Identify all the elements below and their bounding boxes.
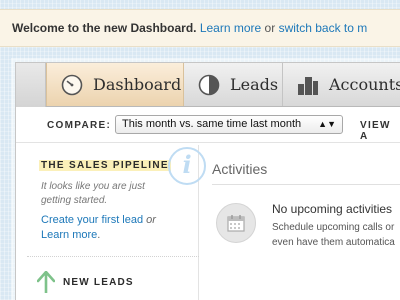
tab-dashboard[interactable]: Dashboard — [46, 63, 184, 106]
up-arrow-icon — [37, 271, 55, 293]
activities-divider — [212, 184, 400, 185]
schedule-line: even have them automatica — [272, 237, 395, 248]
tab-accounts[interactable]: Accounts — [283, 63, 400, 106]
schedule-hint: Schedule upcoming calls or even have the… — [272, 220, 400, 250]
switch-back-link[interactable]: switch back to m — [279, 21, 368, 35]
buildings-icon — [298, 76, 318, 95]
speedometer-icon — [61, 74, 83, 95]
no-upcoming-activities: No upcoming activities — [272, 202, 393, 216]
main-nav: Dashboard Leads Accounts — [16, 63, 400, 107]
pipeline-title: THE SALES PIPELINE — [39, 160, 171, 171]
tab-label: Accounts — [329, 75, 400, 94]
or-text: or — [146, 214, 156, 226]
activities-title: Activities — [212, 161, 268, 177]
nav-left-edge — [16, 63, 46, 107]
pipeline-learn-more-link[interactable]: Learn more — [41, 229, 97, 241]
schedule-line: Schedule upcoming calls or — [272, 222, 395, 233]
compare-bar: COMPARE: This month vs. same time last m… — [16, 108, 400, 143]
period-text: . — [97, 229, 101, 241]
pipeline-links: Create your first lead or Learn more. — [41, 213, 201, 243]
dashboard-panel: Dashboard Leads Accounts COMPARE: This m… — [15, 62, 400, 300]
view-all-label: VIEW A — [360, 120, 391, 142]
create-first-lead-link[interactable]: Create your first lead — [41, 214, 143, 226]
divider — [27, 256, 199, 257]
select-arrows-icon: ▲▼ — [318, 119, 336, 129]
new-leads-label: NEW LEADS — [63, 276, 134, 288]
pipeline-description: It looks like you are just getting start… — [41, 181, 145, 206]
welcome-text: Welcome to the new Dashboard. — [12, 21, 197, 35]
tab-label: Leads — [230, 75, 279, 94]
compare-label: COMPARE: — [47, 120, 112, 131]
new-leads-section: NEW LEADS — [37, 271, 134, 293]
tab-leads[interactable]: Leads — [184, 63, 283, 106]
compare-selected-value: This month vs. same time last month — [122, 118, 302, 130]
compare-select[interactable]: This month vs. same time last month ▲▼ — [115, 115, 343, 134]
calendar-badge — [216, 203, 256, 243]
welcome-banner: Welcome to the new Dashboard. Learn more… — [0, 9, 400, 47]
or-text: or — [264, 21, 276, 35]
pipeline-sidebar: THE SALES PIPELINE i It looks like you a… — [27, 145, 206, 300]
pie-chart-icon — [198, 74, 220, 95]
learn-more-link[interactable]: Learn more — [200, 21, 261, 35]
info-icon[interactable]: i — [168, 147, 206, 185]
calendar-icon — [227, 215, 245, 232]
tab-label: Dashboard — [93, 75, 182, 94]
